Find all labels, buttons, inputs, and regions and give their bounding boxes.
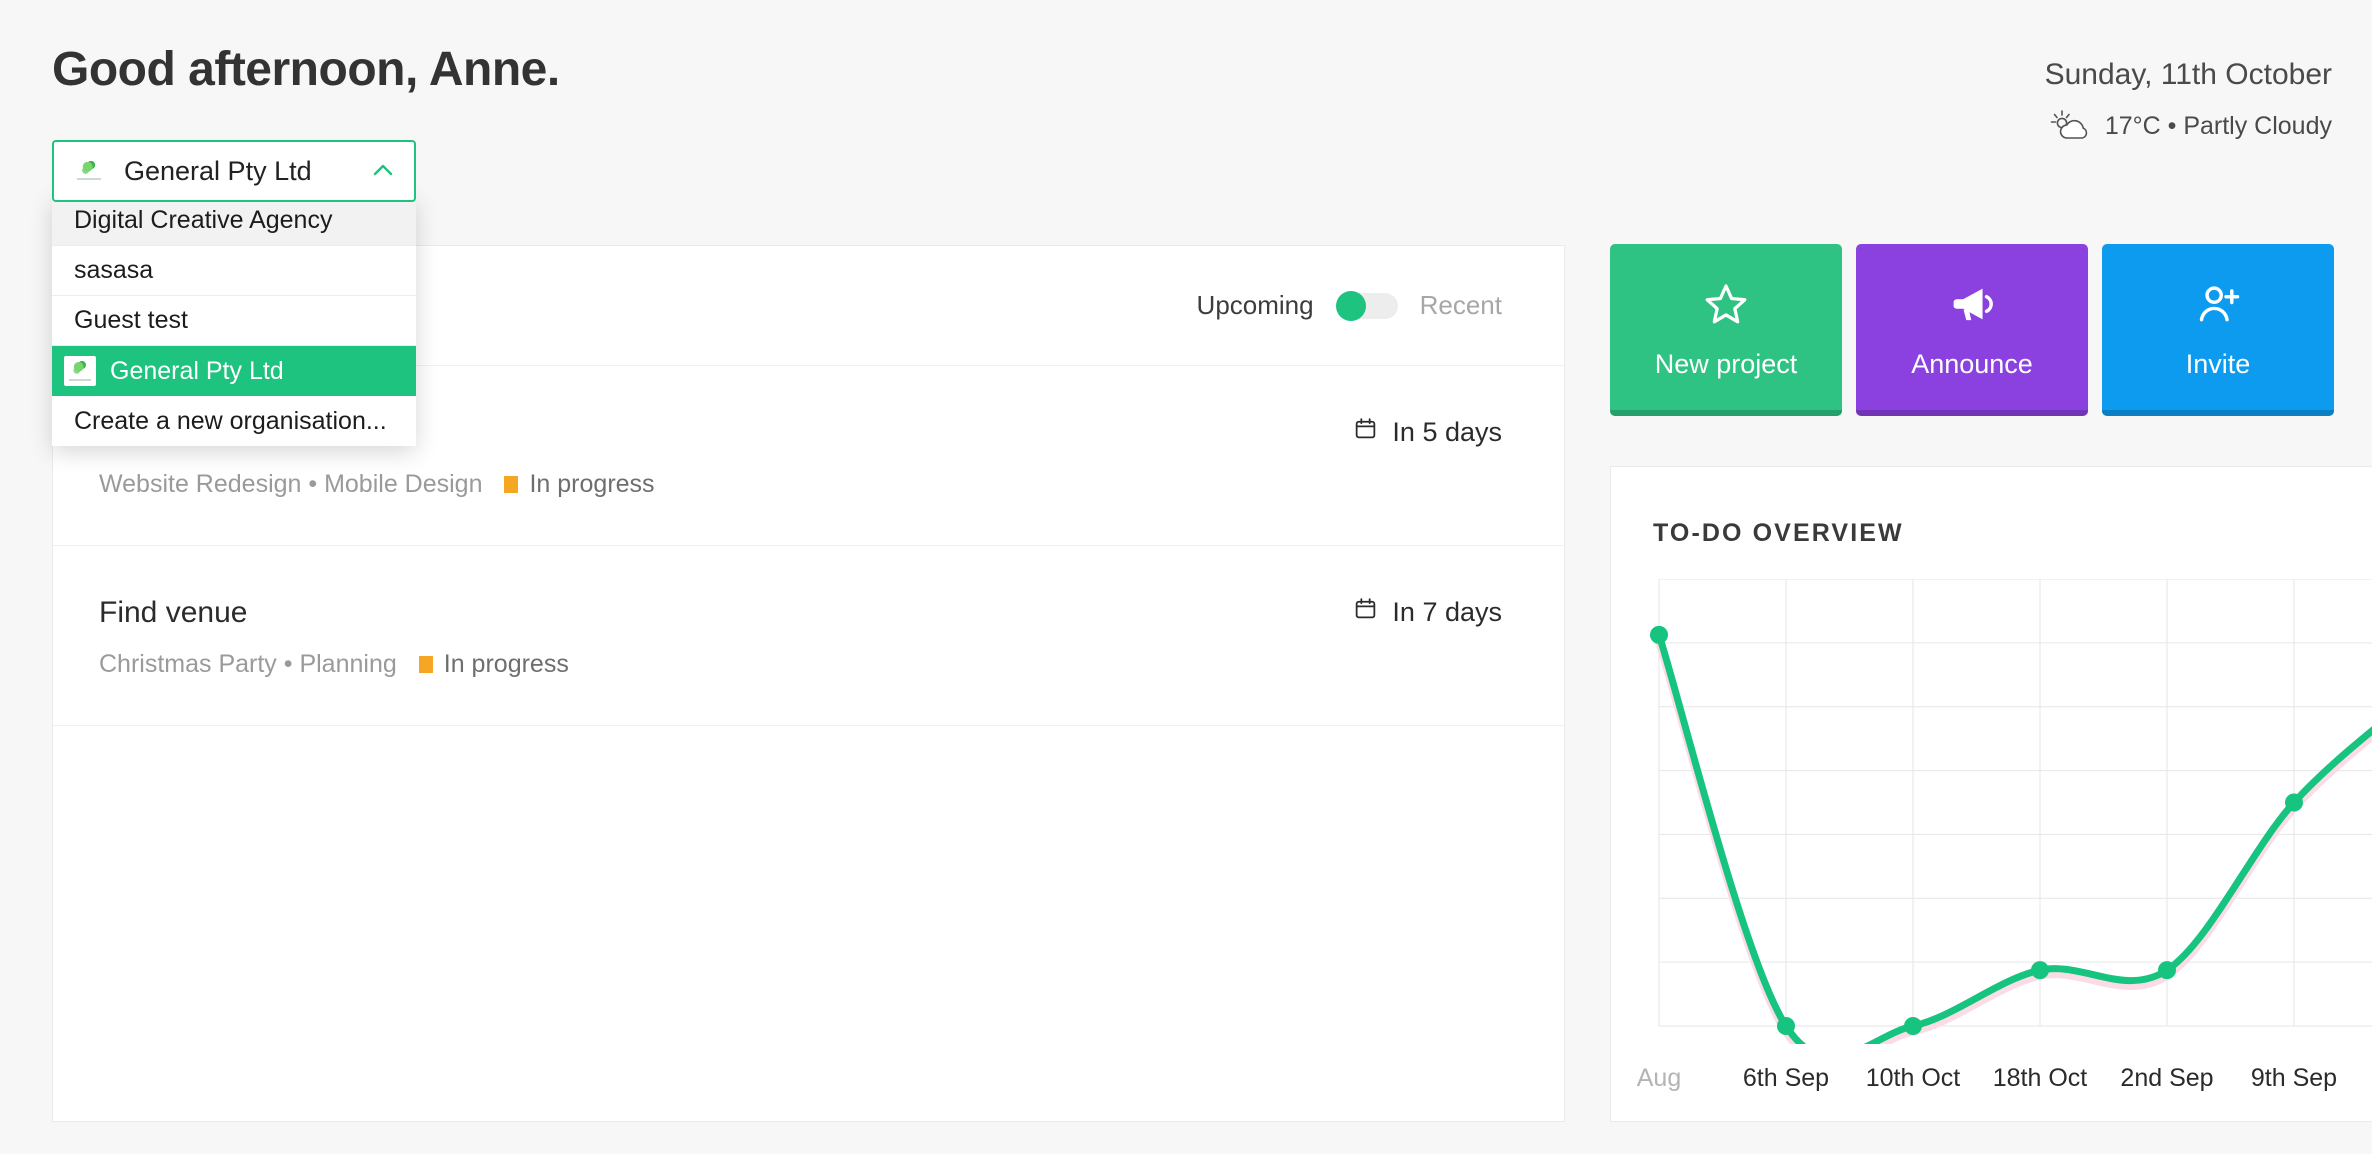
dropdown-item-label: sasasa — [74, 256, 154, 284]
upcoming-recent-toggle[interactable]: Upcoming Recent — [1197, 290, 1502, 321]
task-due: In 5 days — [1353, 416, 1502, 448]
organisation-logo-icon — [64, 356, 96, 386]
toggle-label-recent: Recent — [1419, 290, 1502, 320]
dropdown-item-general-pty-ltd[interactable]: General Pty Ltd — [52, 346, 416, 396]
chart-x-tick-label: 18th Oct — [1992, 1064, 2088, 1092]
dropdown-item-guest-test[interactable]: Guest test — [52, 296, 416, 346]
chart-canvas — [1650, 578, 2372, 1067]
table-row[interactable]: Find venue Christmas Party • Planning In… — [53, 546, 1564, 726]
dropdown-item-label: Create a new organisation... — [74, 406, 387, 435]
user-plus-icon — [2195, 281, 2241, 327]
dropdown-item-label: Digital Creative Agency — [74, 206, 333, 234]
chart-x-tick-label: 10th Oct — [1865, 1064, 1961, 1092]
todo-overview-card: TO-DO OVERVIEW Aug 6th Sep 10th Oct 18th Oc… — [1610, 466, 2372, 1122]
task-due-label: In 7 days — [1392, 596, 1502, 627]
weather-row: 17°C • Partly Cloudy — [2045, 108, 2332, 144]
new-project-button[interactable]: New project — [1610, 244, 1842, 416]
dropdown-item-label: General Pty Ltd — [110, 356, 284, 385]
megaphone-icon — [1949, 281, 1995, 327]
invite-button[interactable]: Invite — [2102, 244, 2334, 416]
task-project: Website Redesign • Mobile Design — [99, 470, 483, 498]
status-badge: In progress — [418, 650, 569, 679]
current-date: Sunday, 11th October — [2044, 58, 2332, 91]
chart-x-tick-label: 2nd Sep — [2120, 1064, 2214, 1092]
organisation-selector-label: General Pty Ltd — [124, 155, 312, 186]
toggle-switch[interactable] — [1335, 290, 1398, 321]
status-dot-icon — [504, 476, 519, 493]
dropdown-item-create-organisation[interactable]: Create a new organisation... — [52, 396, 416, 446]
toggle-knob — [1335, 290, 1366, 321]
task-title: Find venue — [99, 596, 248, 629]
invite-label: Invite — [2185, 348, 2251, 379]
todo-overview-chart — [1611, 578, 2372, 1067]
chart-x-axis: Aug 6th Sep 10th Oct 18th Oct 2nd Sep 9th Sep… — [1611, 1044, 2372, 1104]
chart-title: TO-DO OVERVIEW — [1653, 519, 1904, 547]
quick-actions: New project Announce Invite — [1610, 244, 2334, 416]
task-meta: Christmas Party • Planning In progress — [99, 650, 1502, 679]
organisation-selector[interactable]: General Pty Ltd — [52, 140, 416, 202]
status-label: In progress — [443, 650, 569, 678]
new-project-label: New project — [1654, 348, 1798, 379]
announce-button[interactable]: Announce — [1856, 244, 2088, 416]
calendar-icon — [1353, 416, 1378, 448]
page-title: Good afternoon, Anne. — [52, 43, 560, 96]
calendar-icon — [1353, 596, 1378, 628]
organisation-logo-icon — [72, 156, 106, 186]
status-dot-icon — [418, 656, 433, 673]
chart-x-tick-label: 6th Sep — [1742, 1064, 1830, 1092]
status-label: In progress — [529, 470, 655, 498]
task-meta: Website Redesign • Mobile Design In prog… — [99, 470, 1502, 499]
toggle-label-upcoming: Upcoming — [1196, 290, 1314, 320]
task-due: In 7 days — [1353, 596, 1502, 628]
dropdown-item-sasasa[interactable]: sasasa — [52, 246, 416, 296]
organisation-dropdown[interactable]: Digital Creative Agency sasasa Guest tes… — [52, 196, 416, 446]
chart-x-tick-label: 9th Sep — [2250, 1064, 2338, 1092]
status-badge: In progress — [504, 470, 655, 499]
chevron-up-icon[interactable] — [370, 158, 396, 184]
announce-label: Announce — [1911, 348, 2033, 379]
task-due-label: In 5 days — [1392, 416, 1502, 447]
date-weather-block: Sunday, 11th October 17°C • Partly Cloud… — [2045, 58, 2332, 144]
dropdown-item-digital-creative-agency[interactable]: Digital Creative Agency — [52, 196, 416, 246]
partly-cloudy-icon — [2049, 108, 2093, 144]
dropdown-item-label: Guest test — [74, 306, 188, 334]
star-icon — [1703, 281, 1749, 327]
chart-x-tick-label: Aug — [1636, 1064, 1682, 1092]
task-project: Christmas Party • Planning — [99, 650, 397, 678]
weather-text: 17°C • Partly Cloudy — [2104, 111, 2332, 140]
